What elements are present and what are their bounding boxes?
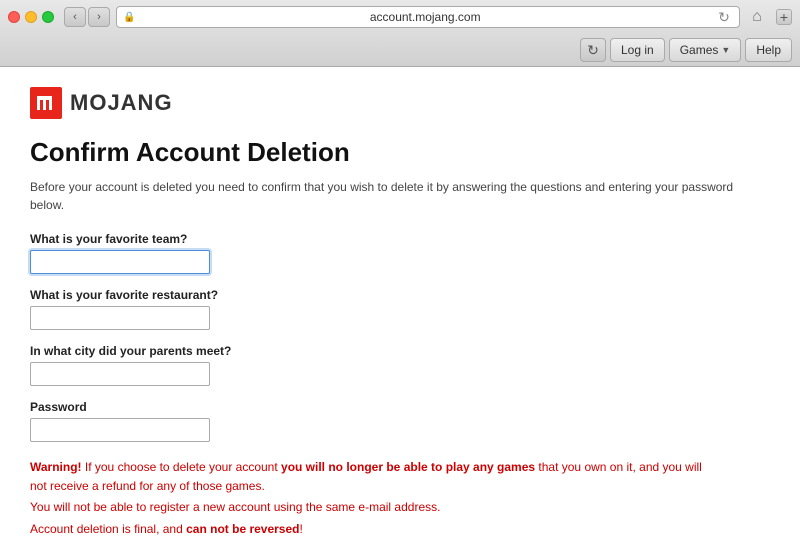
forward-button[interactable]: › xyxy=(88,7,110,27)
warning-line-1: Warning! If you choose to delete your ac… xyxy=(30,458,710,496)
browser-toolbar: ↻ Log in Games ▼ Help xyxy=(0,34,800,66)
warning-line3-prefix: Account deletion is final, and xyxy=(30,522,186,536)
traffic-lights xyxy=(8,11,54,23)
nav-buttons: ‹ › xyxy=(64,7,110,27)
lock-icon: 🔒 xyxy=(123,12,135,23)
address-bar[interactable]: 🔒 account.mojang.com ↻ xyxy=(116,6,740,28)
city-field-group: In what city did your parents meet? xyxy=(30,344,770,386)
new-tab-button[interactable]: + xyxy=(776,9,792,25)
warning-bold-games: you will no longer be able to play any g… xyxy=(281,460,535,474)
mojang-text: MOJANG xyxy=(70,90,173,116)
close-button[interactable] xyxy=(8,11,20,23)
back-button[interactable]: ‹ xyxy=(64,7,86,27)
password-input[interactable] xyxy=(30,418,210,442)
mojang-logo: MOJANG xyxy=(30,87,770,119)
city-label: In what city did your parents meet? xyxy=(30,344,770,358)
warning-label: Warning! xyxy=(30,460,82,474)
toolbar-refresh-button[interactable]: ↻ xyxy=(580,38,606,62)
games-button[interactable]: Games ▼ xyxy=(669,38,742,62)
url-text: account.mojang.com xyxy=(139,10,711,24)
title-bar: ‹ › 🔒 account.mojang.com ↻ ⌂ + xyxy=(0,0,800,34)
team-field-group: What is your favorite team? xyxy=(30,232,770,274)
browser-content: MOJANG Confirm Account Deletion Before y… xyxy=(0,67,800,549)
warning-middle: If you choose to delete your account xyxy=(82,460,281,474)
warning-line3-suffix: ! xyxy=(300,522,303,536)
warning-line-3: Account deletion is final, and can not b… xyxy=(30,520,710,539)
warning-line3-bold: can not be reversed xyxy=(186,522,299,536)
home-button[interactable]: ⌂ xyxy=(746,6,768,28)
team-label: What is your favorite team? xyxy=(30,232,770,246)
help-button[interactable]: Help xyxy=(745,38,792,62)
password-field-group: Password xyxy=(30,400,770,442)
maximize-button[interactable] xyxy=(42,11,54,23)
page: MOJANG Confirm Account Deletion Before y… xyxy=(0,67,800,549)
page-title: Confirm Account Deletion xyxy=(30,137,770,168)
games-dropdown-arrow: ▼ xyxy=(721,45,730,55)
browser-chrome: ‹ › 🔒 account.mojang.com ↻ ⌂ + ↻ Log in … xyxy=(0,0,800,67)
restaurant-input[interactable] xyxy=(30,306,210,330)
warning-line-2: You will not be able to register a new a… xyxy=(30,498,710,517)
mojang-icon xyxy=(30,87,62,119)
password-label: Password xyxy=(30,400,770,414)
team-input[interactable] xyxy=(30,250,210,274)
restaurant-field-group: What is your favorite restaurant? xyxy=(30,288,770,330)
login-button[interactable]: Log in xyxy=(610,38,665,62)
minimize-button[interactable] xyxy=(25,11,37,23)
page-description: Before your account is deleted you need … xyxy=(30,178,770,214)
reload-button[interactable]: ↻ xyxy=(715,8,733,26)
restaurant-label: What is your favorite restaurant? xyxy=(30,288,770,302)
city-input[interactable] xyxy=(30,362,210,386)
warning-section: Warning! If you choose to delete your ac… xyxy=(30,458,710,539)
